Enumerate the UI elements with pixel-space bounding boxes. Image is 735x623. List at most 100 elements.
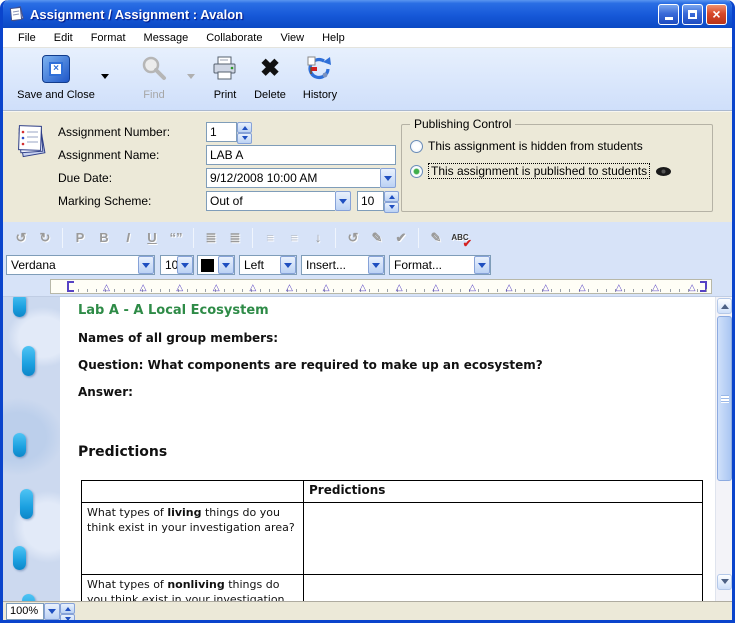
marking-scheme-dropdown-icon[interactable]	[335, 191, 351, 211]
close-button[interactable]: ×	[706, 4, 727, 25]
marking-scheme-value[interactable]: Out of	[206, 191, 335, 211]
check-icon[interactable]: ✔	[389, 227, 413, 249]
highlighter-icon[interactable]: ✎	[424, 227, 448, 249]
bold-icon[interactable]: B	[92, 227, 116, 249]
format-select[interactable]: Format...	[389, 255, 491, 275]
font-family-dropdown-icon[interactable]	[138, 256, 154, 274]
font-size-select[interactable]: 10	[160, 255, 194, 275]
quote-icon[interactable]: “”	[164, 227, 188, 249]
assignment-number-spinner[interactable]	[237, 122, 252, 140]
radio-hidden-from-students[interactable]: This assignment is hidden from students	[410, 139, 643, 153]
assignment-number-field[interactable]: 1	[206, 122, 252, 142]
indent-icon[interactable]: ≡	[282, 227, 306, 249]
numbered-list-icon[interactable]: ≣	[223, 227, 247, 249]
radio-unselected-icon[interactable]	[410, 140, 423, 153]
document-title: Lab A - A Local Ecosystem	[78, 303, 269, 318]
scroll-up-button[interactable]	[717, 298, 732, 314]
save-dropdown-arrow-icon[interactable]	[101, 74, 109, 83]
radio-published-to-students[interactable]: This assignment is published to students	[410, 163, 672, 179]
menu-file[interactable]: File	[9, 30, 45, 46]
bullet-list-icon[interactable]: ≣	[199, 227, 223, 249]
answer-line: Answer:	[78, 385, 133, 399]
notebook-binding-decoration	[3, 297, 60, 601]
due-date-field[interactable]: 9/12/2008 10:00 AM	[206, 168, 396, 188]
underline-icon[interactable]: U	[140, 227, 164, 249]
marking-points-value[interactable]: 10	[357, 191, 384, 211]
assignment-name-label: Assignment Name:	[58, 148, 208, 162]
scrollbar-grip-icon	[721, 395, 729, 403]
titlebar: Assignment / Assignment : Avalon ×	[3, 0, 732, 28]
ruler[interactable]: △△△△△△△△△△△△△△△△△	[50, 279, 712, 294]
radio-published-label: This assignment is published to students	[428, 163, 650, 179]
menu-format[interactable]: Format	[82, 30, 135, 46]
scrollbar-thumb[interactable]	[717, 316, 732, 481]
find-dropdown-arrow-icon[interactable]	[187, 74, 195, 83]
assignment-name-field[interactable]: LAB A	[206, 145, 396, 165]
zoom-value[interactable]: 100%	[6, 603, 44, 620]
table-answer-cell[interactable]	[304, 575, 703, 602]
predictions-table: Predictions What types of living things …	[81, 480, 703, 601]
move-down-icon[interactable]: ↓	[306, 227, 330, 249]
font-color-select[interactable]	[197, 255, 235, 275]
document-editor[interactable]: Lab A - A Local Ecosystem Names of all g…	[3, 296, 732, 601]
due-date-value[interactable]: 9/12/2008 10:00 AM	[206, 168, 380, 188]
window-title: Assignment / Assignment : Avalon	[30, 7, 243, 22]
menu-help[interactable]: Help	[313, 30, 354, 46]
outdent-icon[interactable]: ≡	[258, 227, 282, 249]
delete-button[interactable]: ✖ Delete	[248, 52, 292, 101]
maximize-button[interactable]	[682, 4, 703, 25]
save-and-close-button[interactable]: × Save and Close	[13, 52, 99, 101]
scroll-up-icon	[721, 300, 729, 309]
table-header-empty	[82, 481, 304, 503]
rotate-icon[interactable]: ↺	[341, 227, 365, 249]
due-date-label: Due Date:	[58, 171, 208, 185]
spellcheck-icon[interactable]: ABC✔	[448, 227, 472, 249]
font-color-dropdown-icon[interactable]	[218, 256, 234, 274]
scroll-down-button[interactable]	[717, 574, 732, 590]
undo-icon[interactable]: ↺	[9, 227, 33, 249]
minimize-button[interactable]	[658, 4, 679, 25]
publishing-control-legend: Publishing Control	[410, 117, 515, 131]
format-dropdown-icon[interactable]	[474, 256, 490, 274]
publishing-control-group: Publishing Control This assignment is hi…	[401, 124, 713, 212]
radio-selected-icon[interactable]	[410, 165, 423, 178]
pencil-icon[interactable]: ✎	[365, 227, 389, 249]
italic-icon[interactable]: I	[116, 227, 140, 249]
marking-points-spinner[interactable]	[384, 191, 399, 211]
assignment-number-value[interactable]: 1	[206, 122, 237, 142]
zoom-dropdown-icon[interactable]	[44, 603, 60, 620]
minimize-icon	[665, 17, 673, 20]
question-line: Question: What components are required t…	[78, 358, 543, 372]
close-icon: ×	[712, 7, 720, 21]
paragraph-icon[interactable]: P	[68, 227, 92, 249]
menu-collaborate[interactable]: Collaborate	[197, 30, 271, 46]
marking-scheme-field[interactable]: Out of 10	[206, 191, 399, 211]
left-margin-marker-icon[interactable]	[67, 281, 74, 292]
print-button[interactable]: Print	[205, 52, 245, 101]
alignment-dropdown-icon[interactable]	[280, 256, 296, 274]
insert-dropdown-icon[interactable]	[368, 256, 384, 274]
font-size-dropdown-icon[interactable]	[177, 256, 193, 274]
delete-icon: ✖	[260, 56, 280, 82]
due-date-dropdown-icon[interactable]	[380, 168, 396, 188]
menu-edit[interactable]: Edit	[45, 30, 82, 46]
assignment-notes-icon	[15, 123, 49, 161]
find-button[interactable]: Find	[123, 52, 185, 101]
vertical-scrollbar[interactable]	[715, 297, 732, 601]
alignment-select[interactable]: Left	[239, 255, 297, 275]
font-family-select[interactable]: Verdana	[6, 255, 155, 275]
assignment-name-input[interactable]: LAB A	[206, 145, 396, 165]
insert-select[interactable]: Insert...	[301, 255, 385, 275]
font-color-swatch	[201, 259, 214, 272]
ruler-row: △△△△△△△△△△△△△△△△△	[3, 278, 732, 296]
zoom-spinner[interactable]	[60, 603, 75, 620]
menu-message[interactable]: Message	[135, 30, 198, 46]
document-content[interactable]: Lab A - A Local Ecosystem Names of all g…	[60, 297, 712, 601]
history-button[interactable]: History	[295, 52, 345, 101]
table-answer-cell[interactable]	[304, 503, 703, 575]
zoom-control[interactable]: 100%	[6, 603, 75, 620]
redo-icon[interactable]: ↻	[33, 227, 57, 249]
find-icon	[139, 54, 169, 84]
font-toolbar: Verdana 10 Left Insert... Format...	[3, 253, 732, 278]
menu-view[interactable]: View	[271, 30, 313, 46]
